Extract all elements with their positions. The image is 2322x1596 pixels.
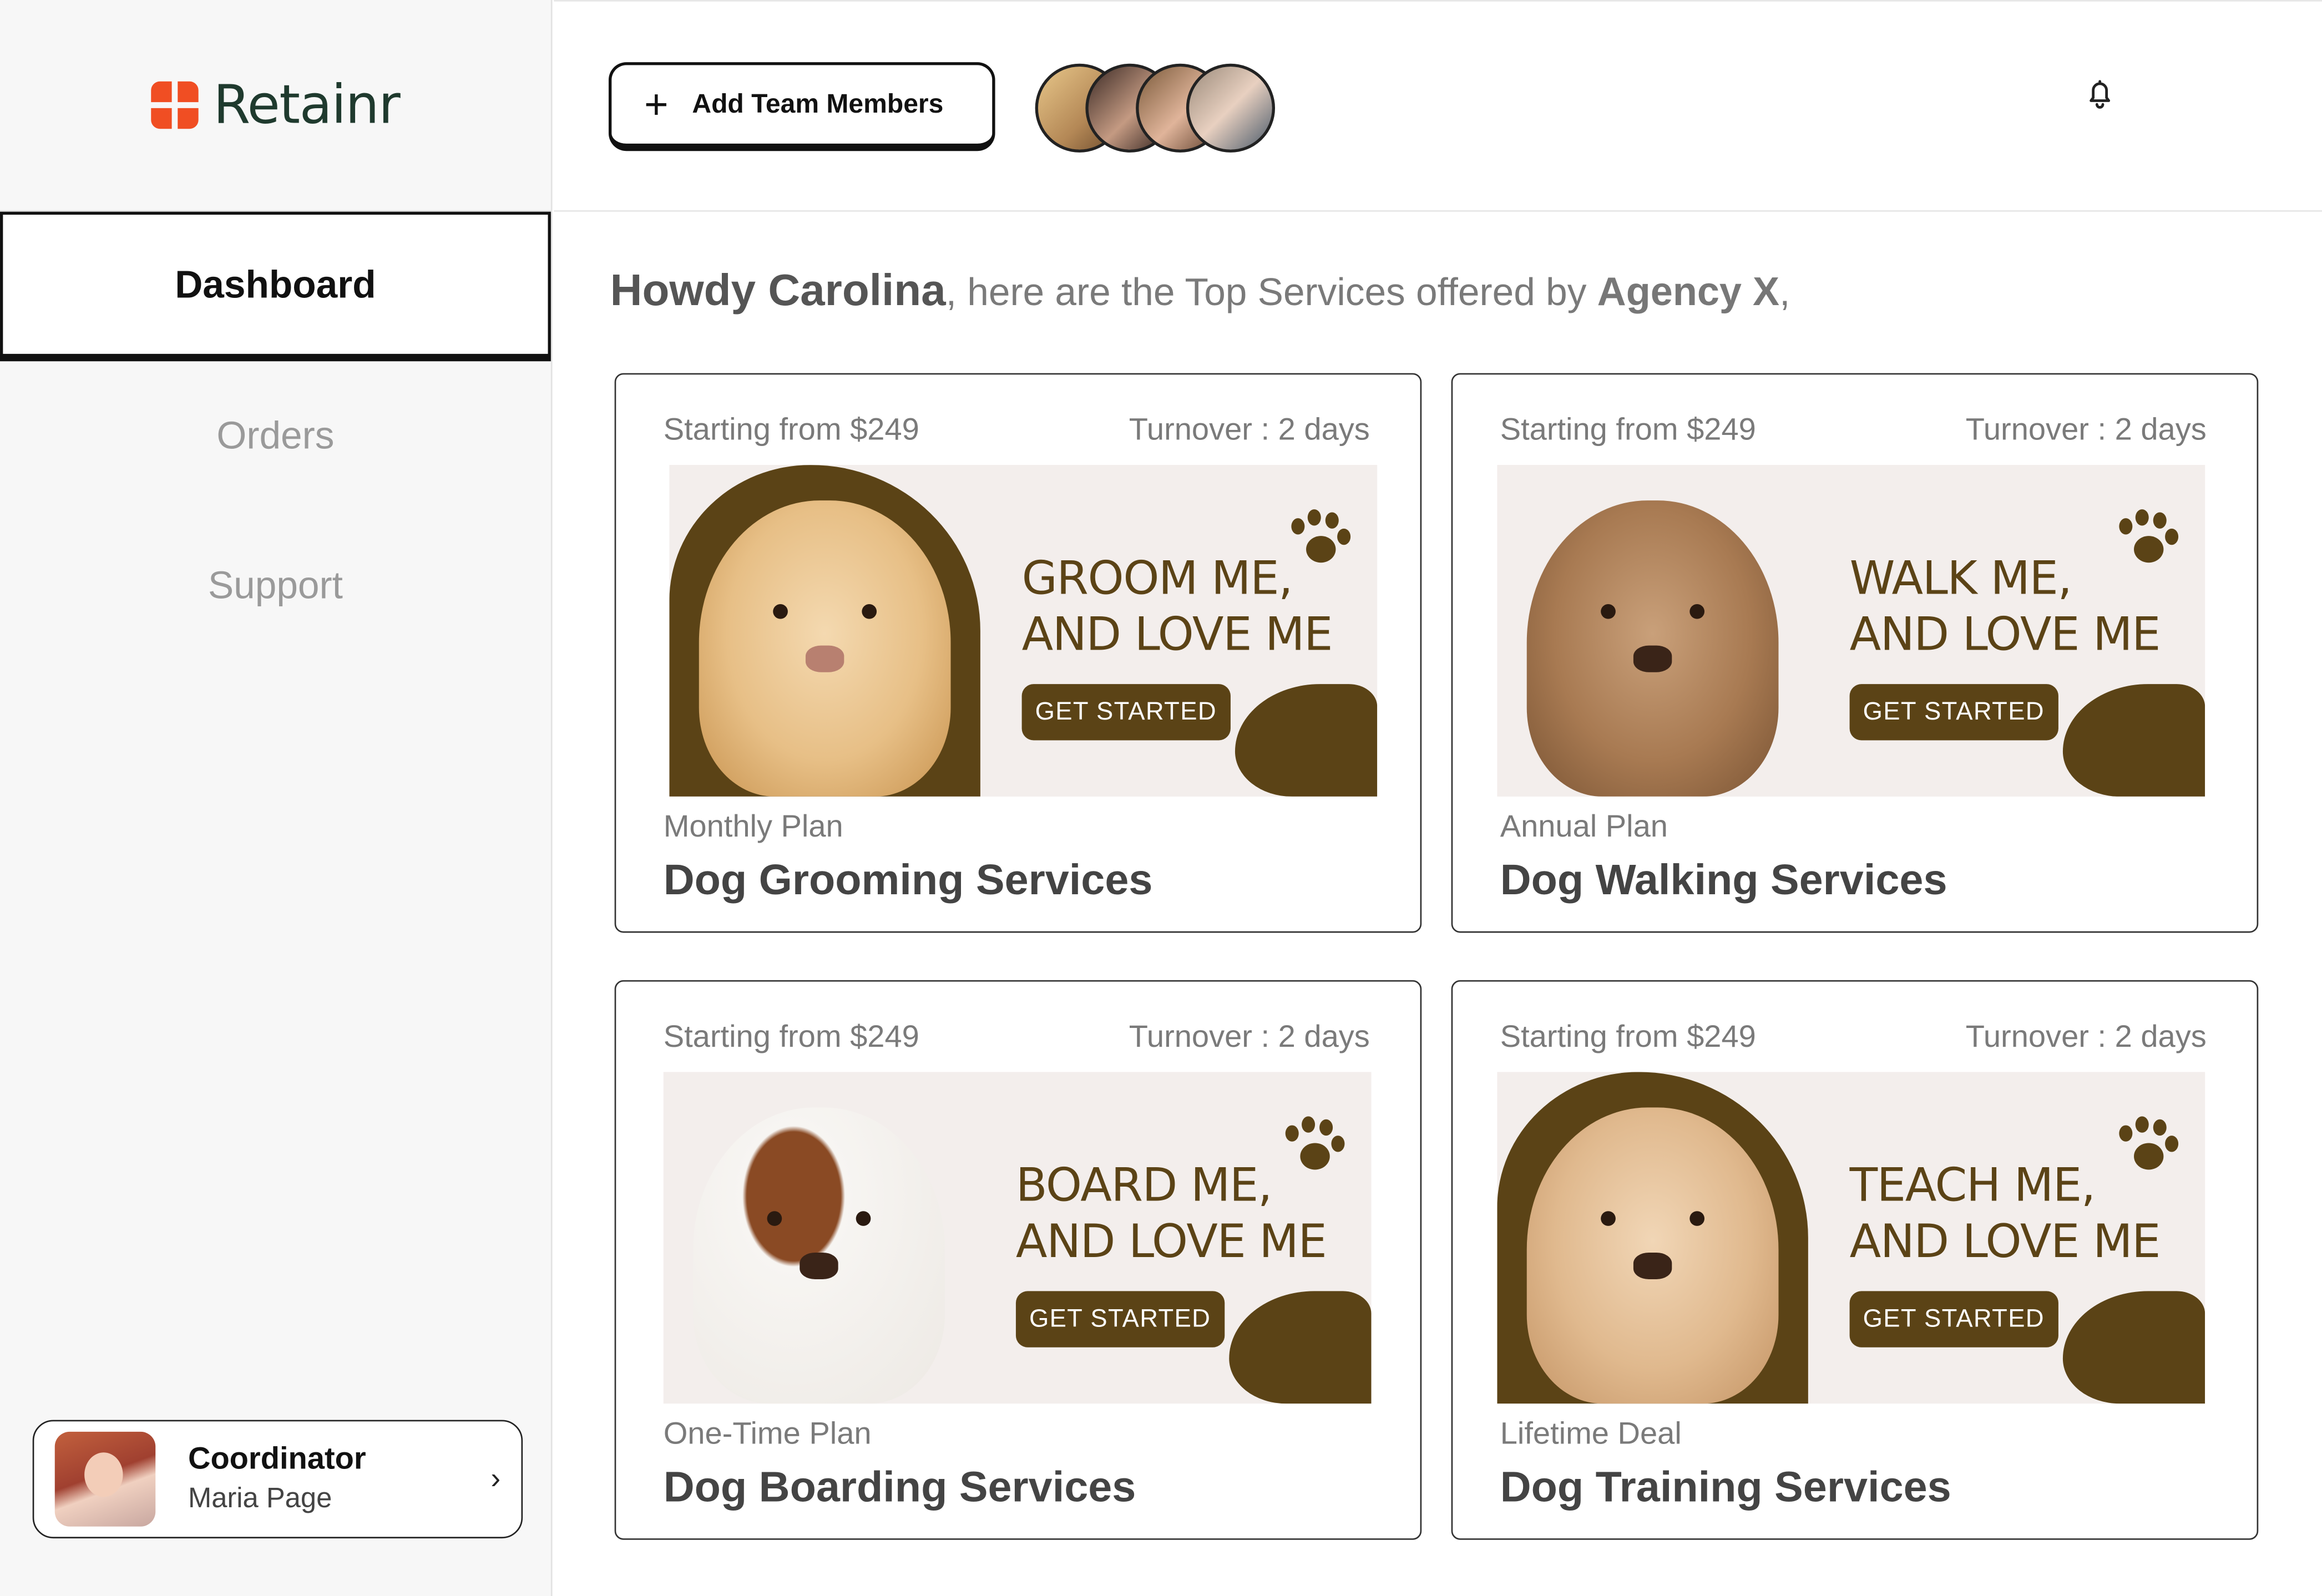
plus-icon: + (644, 80, 669, 127)
profile-role: Coordinator (188, 1442, 366, 1476)
get-started-button[interactable]: GET STARTED (1849, 1291, 2058, 1347)
get-started-button[interactable]: GET STARTED (1015, 1291, 1225, 1347)
banner-corner-blob (1229, 1291, 1372, 1404)
turnover-label: Turnover : 2 days (1965, 1020, 2207, 1055)
app-name: Retainr (213, 74, 401, 136)
profile-text: Coordinator Maria Page (188, 1442, 458, 1516)
greeting-middle: , here are the Top Services offered by (945, 269, 1597, 314)
turnover-label: Turnover : 2 days (1129, 413, 1370, 448)
avatar (54, 1431, 156, 1527)
add-team-members-button[interactable]: + Add Team Members (608, 62, 995, 151)
banner-corner-blob (1235, 684, 1378, 797)
slogan-line-1: BOARD ME, (1015, 1159, 1272, 1213)
puppy-image (1526, 1107, 1779, 1404)
service-banner: GROOM ME, AND LOVE ME GET STARTED (669, 465, 1378, 797)
slogan-line-2: AND LOVE ME (1849, 1215, 2161, 1269)
plan-label: Monthly Plan (663, 809, 843, 844)
service-title[interactable]: Dog Walking Services (1500, 857, 1947, 906)
slogan-line-2: AND LOVE ME (1015, 1215, 1327, 1269)
logo[interactable]: Retainr (151, 74, 401, 136)
get-started-button[interactable]: GET STARTED (1021, 684, 1230, 741)
card-meta: Starting from $249 Turnover : 2 days (1500, 413, 2207, 449)
sidebar: Retainr Dashboard Orders Support Coordin… (0, 0, 553, 1596)
profile-name: Maria Page (188, 1483, 332, 1515)
add-team-members-label: Add Team Members (692, 89, 944, 119)
banner-slogan: WALK ME, AND LOVE ME (1849, 551, 2161, 663)
slogan-line-1: TEACH ME, (1849, 1159, 2096, 1213)
sidebar-item-orders[interactable]: Orders (0, 361, 551, 511)
top-header: + Add Team Members (554, 0, 2322, 212)
price-label: Starting from $249 (1500, 1020, 1756, 1055)
service-banner: TEACH ME, AND LOVE ME GET STARTED (1497, 1072, 2205, 1404)
get-started-button[interactable]: GET STARTED (1849, 684, 2058, 741)
greeting: Howdy Carolina, here are the Top Service… (610, 266, 1790, 317)
chevron-right-icon: › (490, 1462, 501, 1495)
team-avatar[interactable] (1186, 63, 1276, 153)
sidebar-item-dashboard[interactable]: Dashboard (0, 211, 551, 362)
service-card-boarding[interactable]: Starting from $249 Turnover : 2 days BOA… (614, 980, 1422, 1540)
retainr-logo-icon (151, 81, 199, 129)
service-title[interactable]: Dog Grooming Services (664, 857, 1153, 906)
slogan-line-2: AND LOVE ME (1021, 608, 1333, 662)
banner-slogan: BOARD ME, AND LOVE ME (1015, 1158, 1327, 1270)
doodle-dog-image (1526, 500, 1779, 797)
price-label: Starting from $249 (663, 1020, 919, 1055)
turnover-label: Turnover : 2 days (1129, 1020, 1370, 1055)
slogan-line-2: AND LOVE ME (1849, 608, 2161, 662)
service-card-training[interactable]: Starting from $249 Turnover : 2 days TEA… (1451, 980, 2259, 1540)
banner-corner-blob (2062, 684, 2205, 797)
app-root: Retainr Dashboard Orders Support Coordin… (0, 0, 2322, 1596)
banner-slogan: TEACH ME, AND LOVE ME (1849, 1158, 2161, 1270)
plan-label: Lifetime Deal (1500, 1417, 1682, 1451)
golden-retriever-image (699, 500, 951, 797)
slogan-line-1: WALK ME, (1849, 552, 2072, 606)
service-banner: BOARD ME, AND LOVE ME GET STARTED (663, 1072, 1372, 1404)
greeting-name: Howdy Carolina (610, 266, 946, 316)
price-label: Starting from $249 (663, 413, 919, 448)
turnover-label: Turnover : 2 days (1965, 413, 2207, 448)
banner-corner-blob (2062, 1291, 2205, 1404)
logo-area: Retainr (0, 0, 551, 212)
card-meta: Starting from $249 Turnover : 2 days (664, 413, 1370, 449)
card-meta: Starting from $249 Turnover : 2 days (664, 1020, 1370, 1056)
service-title[interactable]: Dog Boarding Services (664, 1465, 1136, 1513)
service-card-walking[interactable]: Starting from $249 Turnover : 2 days WAL… (1451, 373, 2259, 933)
service-title[interactable]: Dog Training Services (1500, 1465, 1951, 1513)
service-banner: WALK ME, AND LOVE ME GET STARTED (1497, 465, 2205, 797)
service-card-grooming[interactable]: Starting from $249 Turnover : 2 days GRO… (614, 373, 1422, 933)
bell-icon[interactable] (2082, 75, 2118, 111)
card-meta: Starting from $249 Turnover : 2 days (1500, 1020, 2207, 1056)
agency-name: Agency X (1597, 269, 1780, 314)
greeting-end: , (1779, 269, 1790, 314)
sidebar-item-support[interactable]: Support (0, 511, 551, 661)
slogan-line-1: GROOM ME, (1021, 552, 1293, 606)
jack-russell-image (693, 1107, 945, 1404)
price-label: Starting from $249 (1500, 413, 1756, 448)
profile-card[interactable]: Coordinator Maria Page › (32, 1420, 523, 1539)
plan-label: Annual Plan (1500, 809, 1668, 844)
banner-slogan: GROOM ME, AND LOVE ME (1021, 551, 1333, 663)
plan-label: One-Time Plan (663, 1417, 872, 1451)
team-avatars[interactable] (1035, 63, 1276, 153)
